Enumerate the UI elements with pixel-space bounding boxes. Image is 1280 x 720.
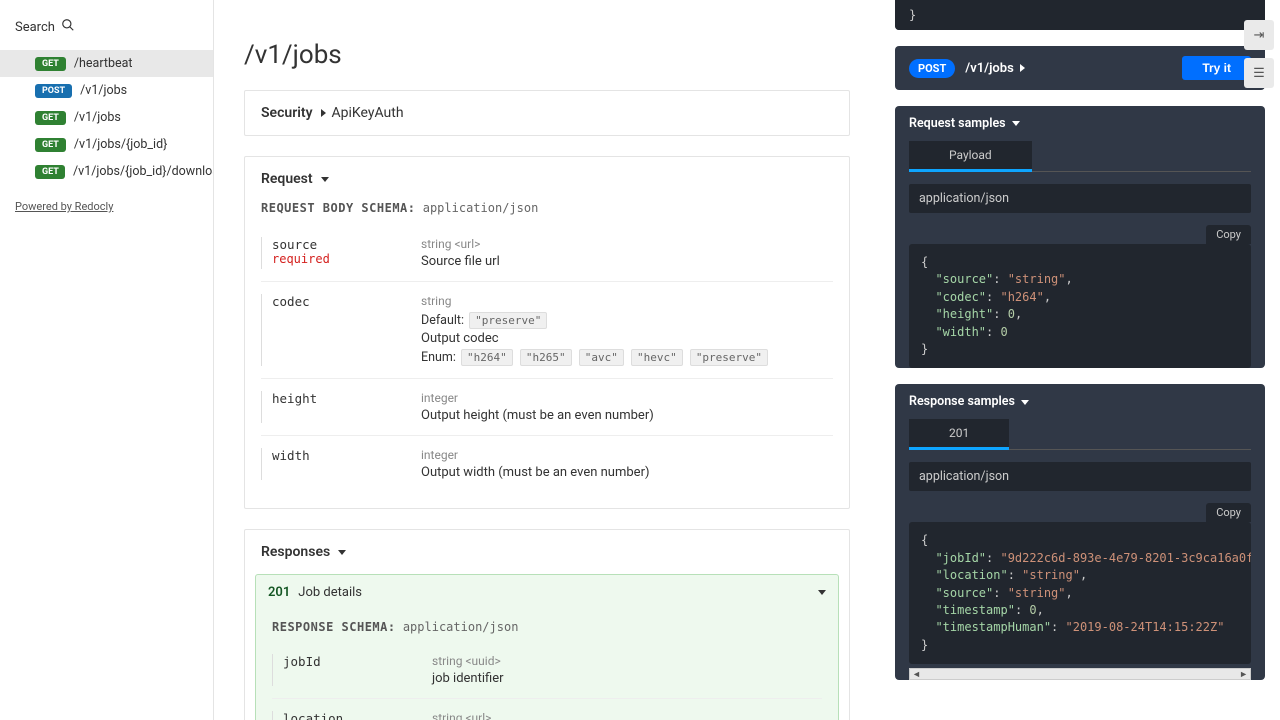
param-name: width <box>272 448 421 463</box>
param-row: widthinteger Output width (must be an eve… <box>261 436 833 492</box>
response-samples-box: Response samples 201 application/json Co… <box>895 384 1265 680</box>
nav-path: /v1/jobs/{job_id} <box>74 137 167 152</box>
payload-code: { "source": "string", "codec": "h264", "… <box>909 244 1251 368</box>
security-value: ApiKeyAuth <box>332 105 404 121</box>
param-row: heightinteger Output height (must be an e… <box>261 379 833 436</box>
param-row: sourcerequiredstring <url> Source file ur… <box>261 225 833 282</box>
schema-label: REQUEST BODY SCHEMA: <box>261 201 416 215</box>
method-badge: POST <box>35 84 72 98</box>
response-message: Job details <box>298 585 816 600</box>
method-badge: GET <box>35 111 66 125</box>
param-required: required <box>272 252 421 266</box>
param-desc: Output height (must be an even number) <box>421 408 833 423</box>
response-201-tab[interactable]: 201 <box>909 419 1009 450</box>
chevron-down-icon <box>816 585 826 600</box>
param-type: integer <box>421 391 458 405</box>
copy-button[interactable]: Copy <box>1206 225 1251 244</box>
param-type: string <box>421 294 451 308</box>
method-badge: GET <box>35 165 65 179</box>
responses-toggle[interactable]: Responses <box>245 530 849 574</box>
chevron-down-icon <box>1019 394 1029 409</box>
response-201: 201 Job details RESPONSE SCHEMA: applica… <box>255 574 839 720</box>
copy-button[interactable]: Copy <box>1206 503 1251 522</box>
responses-panel: Responses 201 Job details RESPONSE SCHEM… <box>244 529 850 720</box>
list-icon[interactable]: ☰ <box>1244 58 1274 88</box>
nav-path: /v1/jobs <box>74 110 121 125</box>
method-badge: GET <box>35 138 66 152</box>
param-desc: job identifier <box>432 671 822 686</box>
nav-path: /v1/jobs <box>80 83 127 98</box>
mime-select[interactable]: application/json <box>909 184 1251 213</box>
chevron-down-icon <box>336 544 346 560</box>
nav-item[interactable]: POST/v1/jobs <box>0 77 213 104</box>
request-samples-box: Request samples Payload application/json… <box>895 106 1265 368</box>
security-panel[interactable]: Security ApiKeyAuth <box>244 90 850 136</box>
sidebar: Search GET/heartbeatPOST/v1/jobsGET/v1/j… <box>0 0 214 720</box>
param-type: string <url> <box>421 237 480 251</box>
response-code: { "jobId": "9d222c6d-893e-4e79-8201-3c9c… <box>909 522 1251 664</box>
param-type: integer <box>421 448 458 462</box>
payload-tab[interactable]: Payload <box>909 141 1032 172</box>
param-type: string <uuid> <box>432 654 501 668</box>
response-samples-toggle[interactable]: Response samples <box>895 384 1265 419</box>
mime-select[interactable]: application/json <box>909 462 1251 491</box>
param-name: codec <box>272 294 421 309</box>
schema-mime: application/json <box>423 201 539 215</box>
nav-item[interactable]: GET/v1/jobs/{job_id}/download <box>0 158 213 185</box>
param-type: string <url> <box>432 711 491 720</box>
param-desc: Output width (must be an even number) <box>421 465 833 480</box>
method-badge: GET <box>35 57 66 71</box>
param-name: location <box>283 711 432 720</box>
param-desc: Source file url <box>421 254 833 269</box>
endpoint-title: /v1/jobs <box>244 40 850 70</box>
chevron-down-icon <box>1010 116 1020 131</box>
response-code: 201 <box>268 585 290 600</box>
expand-icon[interactable]: ⇥ <box>1244 20 1274 50</box>
param-row: codecstringDefault: "preserve"Output cod… <box>261 282 833 379</box>
nav-item[interactable]: GET/heartbeat <box>0 50 213 77</box>
nav-path: /heartbeat <box>74 56 133 71</box>
param-name: jobId <box>283 654 432 669</box>
samples-panel: } POST /v1/jobs Try it Request samples P… <box>880 0 1280 720</box>
param-name: source <box>272 237 421 252</box>
request-samples-toggle[interactable]: Request samples <box>895 106 1265 141</box>
nav-item[interactable]: GET/v1/jobs/{job_id} <box>0 131 213 158</box>
security-label: Security <box>261 105 313 121</box>
powered-by[interactable]: Powered by Redocly <box>0 185 213 228</box>
request-panel: Request REQUEST BODY SCHEMA: application… <box>244 156 850 509</box>
response-toggle[interactable]: 201 Job details <box>256 575 838 610</box>
op-path[interactable]: /v1/jobs <box>965 61 1182 76</box>
param-row: locationstring <url>url of job resource … <box>272 699 822 720</box>
chevron-right-icon <box>319 105 326 121</box>
try-it-button[interactable]: Try it <box>1182 56 1251 80</box>
nav-item[interactable]: GET/v1/jobs <box>0 104 213 131</box>
param-row: jobIdstring <uuid> job identifier <box>272 642 822 699</box>
main-content: /v1/jobs Security ApiKeyAuth Request REQ… <box>214 0 880 720</box>
code-stub: } <box>895 0 1265 30</box>
search-label: Search <box>15 20 55 35</box>
request-toggle[interactable]: Request <box>245 157 849 201</box>
param-desc: Output codec <box>421 331 833 346</box>
op-method-badge: POST <box>909 59 955 78</box>
chevron-right-icon <box>1018 61 1025 76</box>
search-box[interactable]: Search <box>0 12 213 42</box>
param-name: height <box>272 391 421 406</box>
chevron-down-icon <box>319 171 329 187</box>
search-icon <box>61 18 75 36</box>
horizontal-scrollbar[interactable]: ◄► <box>909 668 1251 680</box>
operation-box: POST /v1/jobs Try it <box>895 46 1265 90</box>
nav-path: /v1/jobs/{job_id}/download <box>73 164 214 179</box>
